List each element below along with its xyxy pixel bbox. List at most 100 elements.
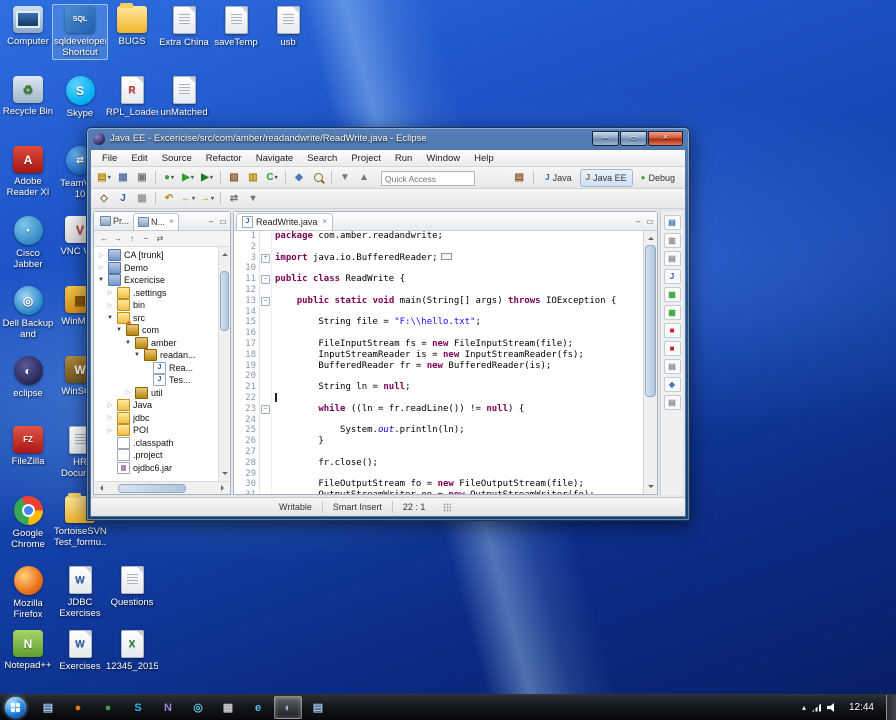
desktop-icon-recycle-bin[interactable]: ♻ Recycle Bin xyxy=(2,76,54,117)
save-button[interactable]: ▦ xyxy=(114,170,132,186)
desktop-icon-usb[interactable]: usb xyxy=(262,6,314,48)
menu-project[interactable]: Project xyxy=(344,153,388,164)
link-with-editor-button[interactable]: ⇄ xyxy=(155,234,165,243)
tree-item-tes[interactable]: J Tes... xyxy=(94,374,230,387)
tree-item-util[interactable]: ▷ util xyxy=(94,386,230,400)
expand-arrow-icon[interactable]: ▷ xyxy=(106,302,114,309)
tree-item-settings[interactable]: ▷ .settings xyxy=(94,286,230,300)
fast-view-icon-4[interactable]: J xyxy=(663,269,681,284)
fast-view-icon-5[interactable]: ▦ xyxy=(663,287,681,302)
menu-source[interactable]: Source xyxy=(155,153,199,164)
tree-item-bin[interactable]: ▷ bin xyxy=(94,299,230,312)
taskbar-app-onenote[interactable]: N xyxy=(154,696,182,719)
run-button[interactable]: ▶ ▾ xyxy=(179,170,197,186)
expand-arrow-icon[interactable]: ▷ xyxy=(124,389,132,396)
tree-item-classpath[interactable]: .classpath xyxy=(94,436,230,450)
scrollbar-thumb[interactable] xyxy=(645,245,656,397)
desktop-icon-dell-backup-and-recovery[interactable]: ◎ Dell Backup and Recovery xyxy=(2,286,54,341)
expand-arrow-icon[interactable]: ▼ xyxy=(97,277,105,283)
close-button[interactable]: × xyxy=(648,131,683,146)
tree-item-ojdbc6-jar[interactable]: ojdbc6.jar xyxy=(94,461,230,475)
menu-file[interactable]: File xyxy=(95,153,124,164)
fast-view-icon-9[interactable]: ▤ xyxy=(663,359,681,374)
tree-vertical-scrollbar[interactable] xyxy=(218,247,230,481)
close-tab-icon[interactable]: × xyxy=(322,217,327,226)
desktop-icon-mozilla-firefox[interactable]: Mozilla Firefox xyxy=(2,566,54,620)
new-package-button[interactable]: ▥ xyxy=(244,170,262,186)
collapsed-imports-icon[interactable] xyxy=(440,252,452,260)
taskbar-app-vnc[interactable]: ◎ xyxy=(184,696,212,719)
desktop-icon-12345-2015[interactable]: X 12345_2015... xyxy=(106,630,158,672)
maximize-editor-button[interactable]: ▭ xyxy=(645,217,655,226)
open-task-button[interactable]: ◆ xyxy=(290,170,308,186)
scrollbar-thumb[interactable] xyxy=(118,483,186,493)
tree-item-readan[interactable]: ▼ readan... xyxy=(94,349,230,362)
quick-access-input[interactable] xyxy=(381,171,475,186)
minimize-editor-button[interactable]: – xyxy=(633,217,643,226)
menu-edit[interactable]: Edit xyxy=(124,153,154,164)
expand-arrow-icon[interactable]: ▼ xyxy=(133,352,141,358)
desktop-icon-bugs[interactable]: BUGS xyxy=(106,3,158,47)
open-type-button[interactable]: ◇ xyxy=(95,191,113,207)
scroll-up-icon[interactable] xyxy=(221,250,228,256)
tree-item-excericise[interactable]: ▼ Excericise xyxy=(94,274,230,287)
menu-run[interactable]: Run xyxy=(388,153,419,164)
status-more-icon[interactable] xyxy=(443,502,452,512)
fast-view-icon-1[interactable]: ▤ xyxy=(663,215,681,230)
expand-arrow-icon[interactable]: ▷ xyxy=(106,427,114,434)
desktop-icon-extra-china[interactable]: Extra China xyxy=(158,6,210,48)
taskbar-app-document[interactable]: ▤ xyxy=(34,696,62,719)
run-external-tools-button[interactable]: ▶ ▾ xyxy=(198,170,216,186)
expand-arrow-icon[interactable]: ▷ xyxy=(106,414,114,421)
debug-button[interactable]: ● ▾ xyxy=(160,170,178,186)
tree-item-com[interactable]: ▼ com xyxy=(94,324,230,337)
editor-tab-readwrite-java[interactable]: J ReadWrite.java × xyxy=(236,212,334,230)
taskbar-app-firefox[interactable]: ● xyxy=(64,696,92,719)
forward-button[interactable]: → xyxy=(113,234,123,243)
fast-view-icon-3[interactable]: ▤ xyxy=(663,251,681,266)
link-with-editor-button[interactable]: ⇄ xyxy=(225,191,243,207)
expand-arrow-icon[interactable]: ▼ xyxy=(106,315,114,321)
tree-item-demo[interactable]: ▷ Demo xyxy=(94,261,230,275)
scroll-down-icon[interactable] xyxy=(647,485,654,491)
previous-annotation-button[interactable]: ▲ xyxy=(355,170,373,186)
maximize-button[interactable]: ▭ xyxy=(620,131,647,146)
collapse-fold-icon[interactable]: − xyxy=(261,404,270,414)
tree-item-amber[interactable]: ▼ amber xyxy=(94,336,230,350)
forward-button[interactable]: → ▾ xyxy=(198,191,216,207)
desktop-icon-google-chrome[interactable]: Google Chrome xyxy=(2,496,54,550)
tree-item-src[interactable]: ▼ src xyxy=(94,311,230,324)
menu-navigate[interactable]: Navigate xyxy=(249,153,301,164)
desktop-icon-skype[interactable]: S Skype xyxy=(54,76,106,119)
expand-arrow-icon[interactable]: ▷ xyxy=(106,289,114,296)
open-perspective-button[interactable]: ▤ xyxy=(510,170,528,186)
scroll-right-icon[interactable] xyxy=(221,485,227,491)
java-editor-button[interactable]: J xyxy=(114,191,132,207)
menu-search[interactable]: Search xyxy=(300,153,344,164)
collapse-all-button[interactable]: − xyxy=(141,234,151,243)
menu-refactor[interactable]: Refactor xyxy=(199,153,249,164)
collapse-fold-icon[interactable]: − xyxy=(261,275,270,285)
print-button[interactable]: ▣ xyxy=(133,170,151,186)
view-tab-pr[interactable]: Pr... xyxy=(96,213,133,229)
panel-horizontal-scrollbar[interactable] xyxy=(94,481,230,494)
expand-arrow-icon[interactable]: ▷ xyxy=(97,252,105,259)
mark-occurrences-button[interactable]: ▦ xyxy=(133,191,151,207)
expand-arrow-icon[interactable]: ▼ xyxy=(124,340,132,346)
scroll-down-icon[interactable] xyxy=(221,472,228,478)
tree-item-ca-trunk[interactable]: ▷ CA [trunk] xyxy=(94,249,230,262)
editor-vertical-scrollbar[interactable] xyxy=(643,231,657,494)
taskbar-app-ie[interactable]: e xyxy=(244,696,272,719)
taskbar-app-green[interactable]: ● xyxy=(94,696,122,719)
perspective-debug[interactable]: ● Debug xyxy=(635,169,681,187)
search-button[interactable] xyxy=(309,170,327,186)
back-button[interactable]: ← ▾ xyxy=(179,191,197,207)
maximize-view-button[interactable]: ▭ xyxy=(218,217,228,226)
desktop-icon-computer[interactable]: Computer xyxy=(2,6,54,47)
fast-view-icon-2[interactable]: ▥ xyxy=(663,233,681,248)
minimize-button[interactable]: – xyxy=(592,131,619,146)
desktop-icon-eclipse[interactable]: ◐ eclipse xyxy=(2,356,54,399)
new-java-project-button[interactable]: ▧ xyxy=(225,170,243,186)
pin-editor-button[interactable]: ▾ xyxy=(244,191,262,207)
taskbar-app-skype[interactable]: S xyxy=(124,696,152,719)
